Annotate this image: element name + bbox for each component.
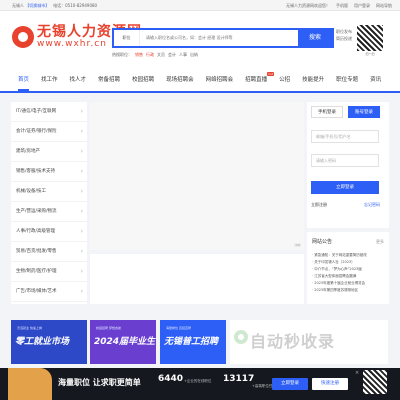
nav-online-fair[interactable]: 网络招聘会 (200, 69, 240, 91)
header-side-links: 职位发布 简历投递 (336, 28, 352, 42)
jobs-count: 6440 (158, 374, 184, 384)
main-banner[interactable]: 1/6 (90, 102, 304, 250)
ad-gig-market[interactable]: 灵活就业 快速上岗 零工就业市场 (11, 320, 87, 364)
category-item[interactable]: 销售/客服/技术支持 (11, 162, 87, 182)
hot-search-item[interactable]: 会计 (168, 52, 176, 58)
nav-live-recruit-label: 招聘直播 (245, 77, 268, 83)
jobs-label: +企业的在线职位 (184, 379, 212, 383)
top-bar-left: 无锡人 【切换城市】 电话：0510-82949080 (12, 0, 97, 11)
switch-city-link[interactable]: 【切换城市】 (25, 3, 49, 8)
notice-list: · 紧急通知：关于网站重要简历被改 · 关于印发锡人社〔2023〕 · 中介节点… (312, 252, 386, 294)
header-qr: 扫一扫 (357, 25, 383, 59)
search-scope-select[interactable]: 职位 (114, 30, 140, 46)
top-bar: 无锡人 【切换城市】 电话：0510-82949080 无锡人力资源网欢迎您！ … (0, 0, 400, 11)
category-item[interactable]: 人事/行政/高级管理 (11, 222, 87, 242)
content-strip (90, 254, 304, 304)
banner-pager: 1/6 (294, 243, 301, 247)
hot-search-item[interactable]: 销售 (135, 52, 143, 58)
nav-job-topics[interactable]: 职位专题 (330, 69, 364, 91)
resume-count: 13117 (223, 374, 255, 384)
person-illustration-icon (8, 368, 52, 400)
category-item[interactable]: 广告/市场/媒体/艺术 (11, 282, 87, 302)
footbar-slogan: 海量职位 让求职更简单 (58, 378, 141, 387)
category-item[interactable]: 生产/营运/采购/物流 (11, 202, 87, 222)
category-list: IT/通信/电子/互联网 会计/证券/银行/保险 建筑/房地产 销售/客服/技术… (11, 102, 87, 304)
search-button[interactable]: 搜索 (298, 30, 332, 46)
nav-find-talent[interactable]: 找人才 (64, 69, 93, 91)
category-item[interactable]: 贸易/百货/批发/零售 (11, 242, 87, 262)
submit-resume-link[interactable]: 简历投递 (336, 35, 352, 42)
phone-text: 电话：0510-82949080 (53, 3, 98, 8)
close-icon[interactable]: × (355, 370, 359, 376)
top-bar-links: 无锡人力资源网欢迎您！ 手机版 用户登录 网站导航 (286, 0, 392, 11)
notice-item[interactable]: · 2023年度第十届企业就业博览会 (312, 280, 386, 287)
notice-item[interactable]: · 中介节点，“梦为心声”2023届 (312, 266, 386, 273)
tab-phone-login[interactable]: 手机登录 (311, 106, 343, 118)
username-input[interactable]: 邮箱/手机号/用户名 (311, 130, 379, 143)
category-item[interactable]: IT/通信/电子/互联网 (11, 102, 87, 122)
category-item[interactable]: 生物/制药/医疗/护理 (11, 262, 87, 282)
watermark-icon (234, 330, 248, 344)
nav-home[interactable]: 首页 (12, 69, 35, 91)
nav-news[interactable]: 资讯 (364, 69, 387, 91)
ad-title: 2024届毕业生 (94, 337, 156, 347)
notice-panel: 网站公告 更多 · 紧急通知：关于网站重要简历被改 · 关于印发锡人社〔2023… (307, 232, 389, 304)
category-item[interactable]: 会计/证券/银行/保险 (11, 122, 87, 142)
category-item[interactable]: 建筑/房地产 (11, 142, 87, 162)
nav-find-job[interactable]: 找工作 (35, 69, 64, 91)
post-job-link[interactable]: 职位发布 (336, 28, 352, 35)
nav-regular-recruit[interactable]: 常备招聘 (92, 69, 126, 91)
ad-sub: 校园招聘 梦想启航 (96, 326, 121, 330)
hot-search-item[interactable]: 文员 (157, 52, 165, 58)
nav-onsite-fair[interactable]: 现场招聘会 (160, 69, 200, 91)
notice-item[interactable]: · 关于印发锡人社〔2023〕 (312, 259, 386, 266)
footbar-register-button[interactable]: 快速注册 (312, 378, 348, 390)
hot-search-item[interactable]: 人事 (179, 52, 187, 58)
qr-caption: 扫一扫 (365, 52, 375, 56)
nav-skill-up[interactable]: 技能提升 (296, 69, 330, 91)
ad-title: 零工就业市场 (15, 337, 70, 347)
footbar-qr-icon (363, 370, 387, 394)
qr-code-icon (357, 25, 383, 51)
ad-sub: 灵活就业 快速上岗 (17, 326, 42, 330)
nav-public-recruit[interactable]: 公招 (273, 69, 296, 91)
footbar-login-button[interactable]: 立即登录 (272, 378, 308, 390)
ad-title: 无锡普工招聘 (164, 337, 219, 347)
main-nav: 首页 找工作 找人才 常备招聘 校园招聘 现场招聘会 网络招聘会 招聘直播 hot… (0, 69, 400, 93)
notice-title: 网站公告 (312, 239, 333, 245)
site-nav-link[interactable]: 网站导航 (376, 0, 392, 11)
watermark-text: 自动秒收录 (250, 332, 336, 351)
nav-live-recruit[interactable]: 招聘直播 hot (239, 69, 275, 91)
ad-workers[interactable]: 海量岗位 直招直聘 无锡普工招聘 (160, 320, 226, 364)
login-panel: 手机登录 账号登录 邮箱/手机号/用户名 请输入密码 立即登录 立即注册 忘记密… (307, 102, 389, 228)
forgot-password-link[interactable]: 忘记密码 (364, 202, 380, 208)
hot-search-item[interactable]: 行政 (146, 52, 154, 58)
hot-search-label: 热搜职位： (112, 52, 132, 57)
search-box: 职位 搜索 (112, 28, 334, 48)
password-input[interactable]: 请输入密码 (311, 154, 379, 167)
search-input[interactable] (140, 30, 298, 46)
logo-icon (12, 26, 34, 48)
hot-search: 热搜职位： 销售 行政 文员 会计 人事 出纳 (112, 52, 198, 58)
notice-item[interactable]: · 紧急通知：关于网站重要简历被改 (312, 252, 386, 259)
hot-search-item[interactable]: 出纳 (190, 52, 198, 58)
nav-campus-recruit[interactable]: 校园招聘 (126, 69, 160, 91)
login-button[interactable]: 立即登录 (311, 181, 379, 194)
notice-item[interactable]: · 2023年第四季度苏锡常地区 (312, 287, 386, 294)
register-link[interactable]: 立即注册 (311, 202, 327, 208)
bottom-bar: 海量职位 让求职更简单 6440 +企业的在线职位 13117 +高端职位任您挑… (0, 368, 400, 400)
watermark-area: 自动秒收录 (230, 320, 388, 364)
tab-account-login[interactable]: 账号登录 (348, 106, 380, 118)
ad-sub: 海量岗位 直招直聘 (166, 326, 191, 330)
mobile-link[interactable]: 手机版 (336, 0, 348, 11)
site-name: 无锡人 (12, 3, 24, 8)
notice-item[interactable]: · 江苏省大型体面招聘会圆满 (312, 273, 386, 280)
user-login-link[interactable]: 用户登录 (354, 0, 370, 11)
welcome-text: 无锡人力资源网欢迎您！ (286, 3, 330, 8)
category-item[interactable]: 机械/设备/技工 (11, 182, 87, 202)
header: 无锡人力资源网 www.wxhr.cn 职位 搜索 热搜职位： 销售 行政 文员… (0, 11, 400, 69)
notice-more-link[interactable]: 更多 (376, 239, 384, 245)
ad-graduates[interactable]: 校园招聘 梦想启航 2024届毕业生 (90, 320, 156, 364)
